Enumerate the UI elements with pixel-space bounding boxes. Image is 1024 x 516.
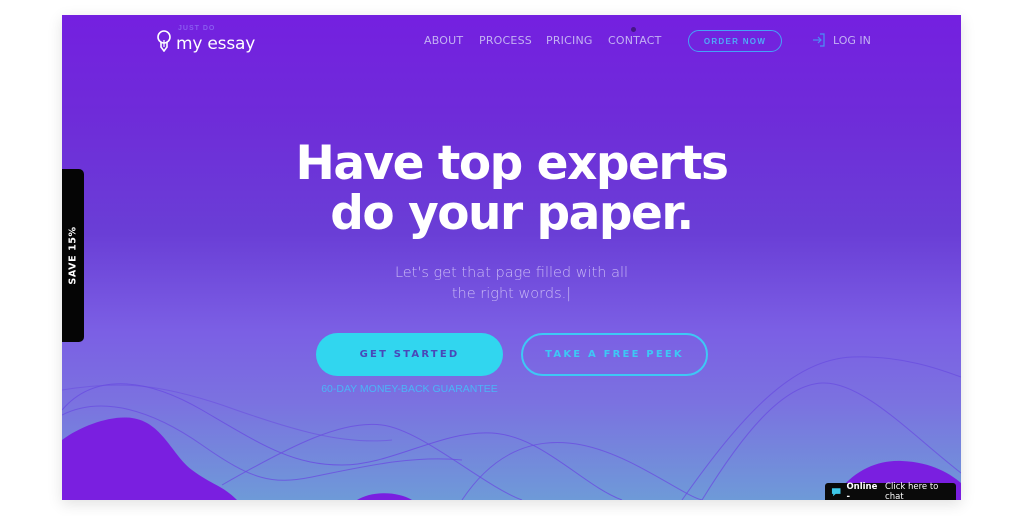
chat-cta: Click here to chat xyxy=(885,481,939,502)
login-label: LOG IN xyxy=(833,33,871,47)
hero-subheadline: Let's get that page filled with all the … xyxy=(62,263,961,305)
chat-status: Online - xyxy=(846,481,878,502)
take-free-peek-button[interactable]: TAKE A FREE PEEK xyxy=(521,333,708,376)
save-discount-tab[interactable]: SAVE 15% xyxy=(62,169,84,342)
headline-line-1: Have top experts xyxy=(295,136,729,191)
subline-line-1: Let's get that page filled with all xyxy=(394,265,629,281)
hero-section: JUST DO my essay ABOUT PROCESS PRICING C… xyxy=(62,15,961,500)
lightbulb-pen-icon xyxy=(157,30,171,52)
nav-item-process[interactable]: PROCESS xyxy=(479,34,532,47)
nav-item-contact[interactable]: CONTACT xyxy=(608,34,662,47)
subline-line-2: the right words.| xyxy=(451,286,572,302)
bottom-center-blob xyxy=(357,493,412,500)
speech-bubble-icon xyxy=(831,487,841,496)
nav-item-pricing[interactable]: PRICING xyxy=(546,34,593,47)
nav-item-about[interactable]: ABOUT xyxy=(424,34,463,47)
money-back-guarantee: 60-DAY MONEY-BACK GUARANTEE xyxy=(321,383,498,395)
brand-logo[interactable]: JUST DO my essay xyxy=(156,25,256,54)
brand-text: JUST DO my essay xyxy=(176,25,256,54)
order-now-button[interactable]: ORDER NOW xyxy=(688,30,782,52)
headline-line-2: do your paper. xyxy=(330,186,694,241)
brand-tagline: JUST DO xyxy=(178,25,216,32)
live-chat-widget[interactable]: Online - Click here to chat xyxy=(825,481,956,502)
login-link[interactable]: LOG IN xyxy=(812,33,871,47)
hero-headline: Have top experts do your paper. xyxy=(62,139,961,239)
login-arrow-icon xyxy=(813,33,825,47)
save-tab-label: SAVE 15% xyxy=(67,226,79,285)
background-waves xyxy=(62,356,961,500)
get-started-button[interactable]: GET STARTED xyxy=(316,333,503,376)
mouse-cursor xyxy=(631,27,636,32)
brand-name: my essay xyxy=(176,34,256,54)
left-blob xyxy=(62,417,237,500)
